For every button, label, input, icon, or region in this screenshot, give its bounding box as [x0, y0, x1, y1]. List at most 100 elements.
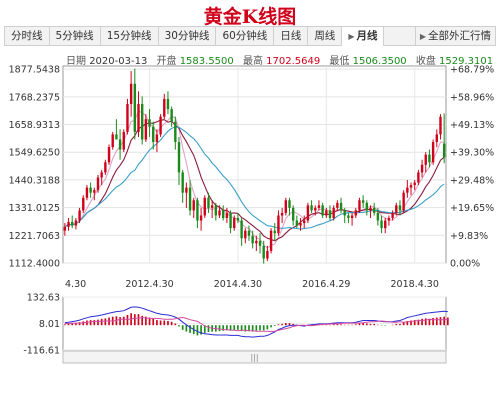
candle: [222, 205, 225, 221]
candle: [317, 200, 321, 211]
pct-tick-label: +58.96%: [450, 92, 494, 103]
caret-right-icon: ▶: [419, 32, 426, 41]
candle: [188, 180, 192, 216]
candle-body: [431, 142, 435, 163]
candle: [78, 207, 81, 224]
candle-body: [185, 187, 188, 193]
candle: [192, 197, 195, 219]
candle-body: [247, 230, 251, 236]
candle: [343, 207, 346, 224]
candle-body: [303, 220, 306, 224]
tab-15min[interactable]: 15分钟线: [101, 27, 159, 45]
all-markets-button[interactable]: ▶ 全部外汇行情: [414, 27, 495, 45]
candle-body: [299, 223, 302, 226]
tab-monthly[interactable]: ▶ 月线: [342, 27, 385, 46]
candle-body: [255, 240, 258, 244]
macd-tick-label: 132.63: [27, 293, 60, 304]
candle-body: [148, 119, 151, 127]
candle-body: [210, 205, 214, 208]
candle-body: [133, 83, 137, 132]
candle-body: [85, 187, 89, 198]
candle-body: [229, 212, 232, 229]
candle: [137, 91, 140, 137]
candle-body: [262, 245, 265, 259]
pct-tick-label: +49.13%: [450, 120, 494, 131]
candle-body: [122, 131, 125, 150]
candle: [218, 205, 221, 219]
candle-body: [336, 202, 339, 208]
candle: [89, 182, 92, 198]
date-value: 2020-03-13: [89, 56, 148, 67]
tab-60min[interactable]: 60分钟线: [216, 27, 275, 45]
pct-tick-label: 0.00%: [450, 259, 480, 270]
candle: [177, 136, 181, 186]
candle: [244, 228, 247, 244]
candle: [185, 182, 188, 208]
candle-body: [384, 220, 387, 229]
candle-body: [314, 207, 317, 211]
candle-body: [214, 205, 218, 216]
candle: [291, 205, 295, 226]
candle: [196, 197, 199, 229]
candle: [435, 129, 438, 148]
candle: [152, 121, 155, 150]
candle: [350, 212, 354, 226]
candle-body: [218, 210, 221, 216]
candle: [288, 197, 291, 216]
tab-5min[interactable]: 5分钟线: [50, 27, 101, 45]
close-value: 1529.3101: [439, 56, 494, 67]
y-tick-label: 1331.0125: [9, 203, 60, 214]
candle-body: [428, 154, 431, 163]
candle-body: [199, 215, 203, 221]
candle-body: [166, 98, 170, 110]
candle-body: [89, 187, 92, 193]
candle-body: [240, 220, 243, 239]
all-markets-label: 全部外汇行情: [428, 30, 491, 42]
candle-body: [328, 210, 332, 219]
ma-short-line: [64, 110, 445, 249]
candle: [277, 210, 280, 236]
candle-body: [376, 212, 380, 221]
candle-body: [391, 212, 394, 219]
y-tick-label: 1112.4000: [9, 259, 60, 270]
candle-body: [107, 147, 111, 163]
candle: [133, 68, 137, 140]
candle: [229, 210, 232, 234]
tab-daily[interactable]: 日线: [274, 27, 309, 45]
candle-body: [163, 98, 166, 117]
chart-scrollbar: [62, 350, 447, 364]
candle: [413, 180, 416, 191]
candle: [63, 223, 67, 236]
candle-body: [284, 200, 287, 213]
macd-tick-label: -116.61: [23, 346, 60, 357]
candle: [155, 129, 159, 153]
candle-body: [361, 200, 365, 203]
candle: [225, 207, 229, 224]
candle-body: [74, 220, 78, 226]
candle: [328, 205, 332, 221]
date-label: 日期: [66, 56, 86, 67]
candle: [107, 144, 111, 165]
tab-timeline[interactable]: 分时线: [5, 27, 50, 45]
pct-tick-label: +19.65%: [450, 203, 494, 214]
candle-body: [424, 154, 427, 165]
candle-body: [207, 197, 210, 208]
candle: [96, 174, 100, 193]
tab-30min[interactable]: 30分钟线: [159, 27, 217, 45]
tab-weekly[interactable]: 周线: [308, 27, 343, 45]
candle: [240, 218, 243, 246]
candle-body: [78, 210, 81, 221]
candle-body: [280, 212, 284, 216]
low-label: 最低: [329, 56, 350, 67]
candle-body: [100, 172, 103, 178]
candle-body: [442, 143, 446, 158]
candle-body: [365, 202, 369, 211]
candle: [339, 197, 343, 213]
candle-body: [332, 207, 335, 219]
candle: [372, 202, 376, 216]
high-value: 1702.5649: [266, 56, 321, 67]
candle-body: [369, 207, 372, 211]
candle-body: [413, 182, 416, 186]
candle: [336, 200, 339, 211]
candle: [74, 218, 78, 230]
